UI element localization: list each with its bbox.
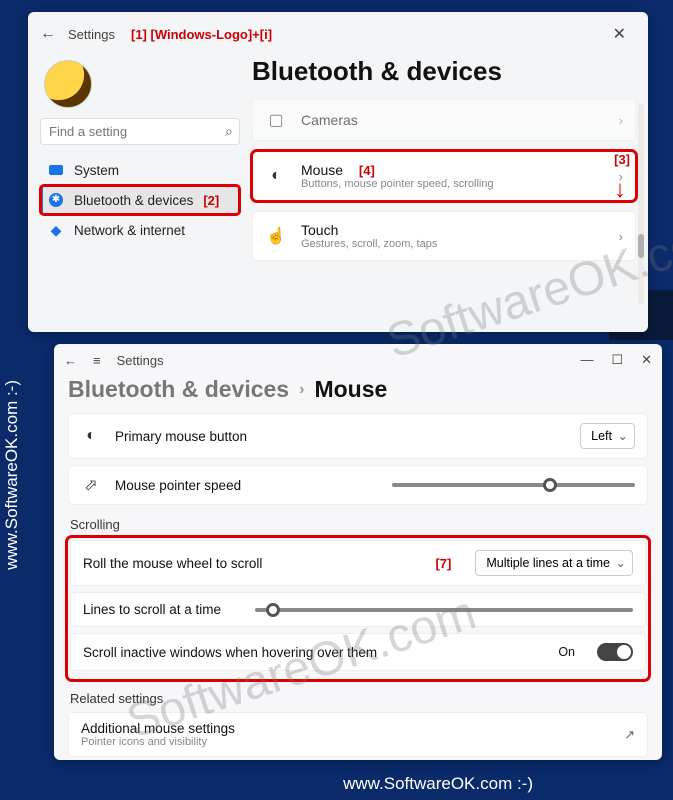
primary-button-dropdown[interactable]: Left — [580, 423, 635, 449]
row-scroll-inactive: Scroll inactive windows when hovering ov… — [70, 633, 646, 671]
annotation-2: [2] — [203, 193, 219, 208]
row-label: Lines to scroll at a time — [83, 602, 221, 617]
mouse-icon: ◐ — [81, 427, 101, 445]
window-header: ← Settings [1] [Windows-Logo]+[i] ✕ — [28, 12, 648, 56]
chevron-right-icon: › — [619, 229, 623, 244]
card-touch[interactable]: ☝ Touch Gestures, scroll, zoom, taps › — [252, 211, 636, 261]
wifi-icon: ◆ — [48, 222, 64, 238]
row-label: Scroll inactive windows when hovering ov… — [83, 645, 544, 660]
card-title: Cameras — [301, 112, 605, 128]
card-title: Touch — [301, 222, 605, 238]
annotation-7: [7] — [435, 556, 451, 571]
chevron-right-icon: › — [619, 113, 623, 128]
row-label: Mouse pointer speed — [115, 478, 358, 493]
section-related: Related settings — [68, 685, 648, 712]
side-caption: www.SoftwareOK.com :-) — [2, 380, 22, 570]
annotation-arrow: ↓ — [614, 176, 626, 204]
nav-network[interactable]: ◆ Network & internet — [40, 215, 240, 245]
row-title: Additional mouse settings — [81, 721, 624, 736]
close-button[interactable]: ✕ — [641, 352, 652, 368]
cursor-icon: ⬀ — [81, 475, 101, 495]
camera-icon: ▢ — [265, 110, 287, 130]
slider-thumb[interactable] — [266, 603, 280, 617]
scroll-thumb[interactable] — [638, 234, 644, 258]
row-label: Roll the mouse wheel to scroll — [83, 556, 421, 571]
scroll-inactive-toggle[interactable] — [597, 643, 633, 661]
nav-label: System — [74, 163, 119, 178]
bluetooth-icon: ✱ — [49, 193, 63, 207]
main-panel: Bluetooth & devices ▢ Cameras › ◐ Mouse … — [252, 56, 636, 271]
row-primary-mouse-button: ◐ Primary mouse button Left — [68, 413, 648, 459]
annotation-1: [1] [Windows-Logo]+[i] — [131, 27, 272, 42]
breadcrumb-parent[interactable]: Bluetooth & devices — [68, 376, 289, 403]
settings-window-2: ← ≡ Settings — ☐ ✕ Bluetooth & devices ›… — [54, 344, 662, 760]
window-title: Settings — [117, 353, 164, 368]
sidebar: ⌕ System ✱ Bluetooth & devices [2] ◆ Net… — [40, 56, 240, 271]
search-icon: ⌕ — [225, 123, 233, 140]
slider-thumb[interactable] — [543, 478, 557, 492]
card-title: Mouse [4] — [301, 162, 605, 178]
row-roll-wheel: Roll the mouse wheel to scroll [7] Multi… — [70, 540, 646, 586]
pointer-speed-slider[interactable] — [392, 483, 635, 487]
card-mouse[interactable]: ◐ Mouse [4] Buttons, mouse pointer speed… — [252, 151, 636, 201]
row-label: Primary mouse button — [115, 429, 566, 444]
card-subtitle: Gestures, scroll, zoom, taps — [301, 238, 605, 250]
nav-label: Network & internet — [74, 223, 185, 238]
nav-system[interactable]: System — [40, 155, 240, 185]
menu-button[interactable]: ≡ — [93, 353, 101, 368]
bottom-caption: www.SoftwareOK.com :-) — [343, 774, 533, 794]
scrollbar[interactable] — [638, 104, 644, 304]
annotation-scroll-group: Roll the mouse wheel to scroll [7] Multi… — [68, 538, 648, 679]
page-title: Bluetooth & devices — [252, 56, 636, 87]
external-link-icon: ↗ — [624, 727, 635, 743]
breadcrumb: Bluetooth & devices › Mouse — [54, 376, 662, 413]
row-additional-mouse-settings[interactable]: Additional mouse settings Pointer icons … — [68, 712, 648, 757]
window-header: ← ≡ Settings — ☐ ✕ — [54, 344, 662, 376]
window-title: Settings — [68, 27, 115, 42]
nav-label: Bluetooth & devices — [74, 193, 193, 208]
card-cameras[interactable]: ▢ Cameras › — [252, 99, 636, 141]
close-button[interactable]: ✕ — [603, 20, 636, 48]
lines-slider[interactable] — [255, 608, 633, 612]
nav-bluetooth-devices[interactable]: ✱ Bluetooth & devices [2] — [40, 185, 240, 215]
settings-window-1: ← Settings [1] [Windows-Logo]+[i] ✕ ⌕ Sy… — [28, 12, 648, 332]
toggle-state: On — [558, 645, 575, 659]
row-subtitle: Pointer icons and visibility — [81, 736, 624, 748]
touch-icon: ☝ — [265, 226, 287, 246]
annotation-3: [3] — [614, 152, 630, 167]
breadcrumb-current: Mouse — [314, 376, 387, 403]
row-pointer-speed: ⬀ Mouse pointer speed — [68, 465, 648, 505]
annotation-4: [4] — [359, 163, 375, 178]
search-input[interactable] — [49, 124, 225, 139]
row-lines-to-scroll: Lines to scroll at a time — [70, 592, 646, 627]
back-button[interactable]: ← — [40, 25, 56, 43]
system-icon — [49, 165, 63, 175]
scroll-mode-dropdown[interactable]: Multiple lines at a time — [475, 550, 633, 576]
user-avatar[interactable] — [44, 60, 92, 108]
section-scrolling: Scrolling — [68, 511, 648, 538]
chevron-right-icon: › — [299, 381, 304, 399]
card-subtitle: Buttons, mouse pointer speed, scrolling — [301, 178, 605, 190]
minimize-button[interactable]: — — [580, 352, 593, 368]
search-box[interactable]: ⌕ — [40, 118, 240, 145]
mouse-icon: ◐ — [265, 167, 287, 185]
maximize-button[interactable]: ☐ — [611, 352, 623, 368]
back-button[interactable]: ← — [64, 353, 77, 368]
